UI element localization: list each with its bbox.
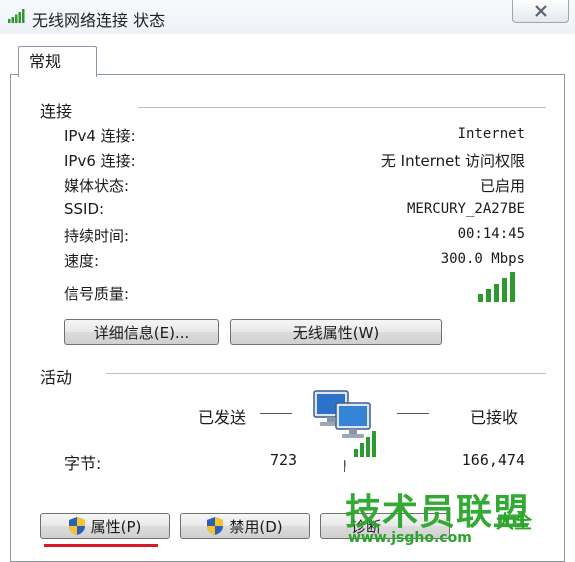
activity-divider: [106, 373, 546, 374]
properties-button[interactable]: 属性(P): [40, 513, 170, 539]
watermark-url: www.jsgho.com: [348, 530, 472, 546]
received-label: 已接收: [470, 408, 519, 427]
window-title: 无线网络连接 状态: [32, 11, 166, 30]
properties-button-label: 属性(P): [90, 518, 142, 536]
ssid-label: SSID:: [64, 200, 105, 218]
close-button[interactable]: [512, 0, 569, 23]
ipv4-label: IPv4 连接:: [64, 127, 136, 145]
wireless-properties-button[interactable]: 无线属性(W): [230, 319, 442, 345]
sent-dash: [260, 413, 292, 414]
disable-button[interactable]: 禁用(D): [180, 513, 310, 539]
signal-quality-label: 信号质量:: [64, 285, 130, 303]
activity-heading: 活动: [40, 368, 73, 387]
connection-heading: 连接: [40, 102, 73, 121]
media-state-label: 媒体状态:: [64, 177, 130, 195]
duration-label: 持续时间:: [64, 227, 130, 245]
connection-divider: [138, 107, 546, 108]
ipv4-value: Internet: [457, 126, 525, 142]
wireless-signal-icon: [8, 9, 25, 23]
ssid-value: MERCURY_2A27BE: [406, 201, 525, 217]
speed-value: 300.0 Mbps: [440, 251, 525, 267]
speed-label: 速度:: [64, 252, 100, 270]
uac-shield-icon: [68, 517, 85, 535]
bytes-sent-value: 723: [270, 451, 298, 469]
ipv6-value: 无 Internet 访问权限: [380, 152, 525, 170]
bytes-label: 字节:: [64, 454, 102, 473]
ipv6-label: IPv6 连接:: [64, 152, 136, 170]
details-button[interactable]: 详细信息(E)...: [64, 319, 219, 345]
activity-separator: [344, 460, 345, 472]
signal-strength-icon: [478, 272, 515, 302]
received-dash: [397, 413, 429, 414]
watermark-side-text: 大全: [496, 512, 532, 533]
disable-button-label: 禁用(D): [229, 518, 283, 536]
duration-value: 00:14:45: [457, 226, 525, 242]
title-bar: 无线网络连接 状态: [0, 0, 575, 34]
network-computers-icon: [313, 390, 376, 467]
media-state-value: 已启用: [479, 177, 525, 195]
tab-general[interactable]: 常规: [18, 46, 97, 77]
highlight-underline: [44, 544, 158, 547]
close-icon: [534, 5, 547, 17]
bytes-received-value: 166,474: [461, 451, 525, 469]
uac-shield-icon: [207, 517, 224, 535]
sent-label: 已发送: [198, 408, 247, 427]
